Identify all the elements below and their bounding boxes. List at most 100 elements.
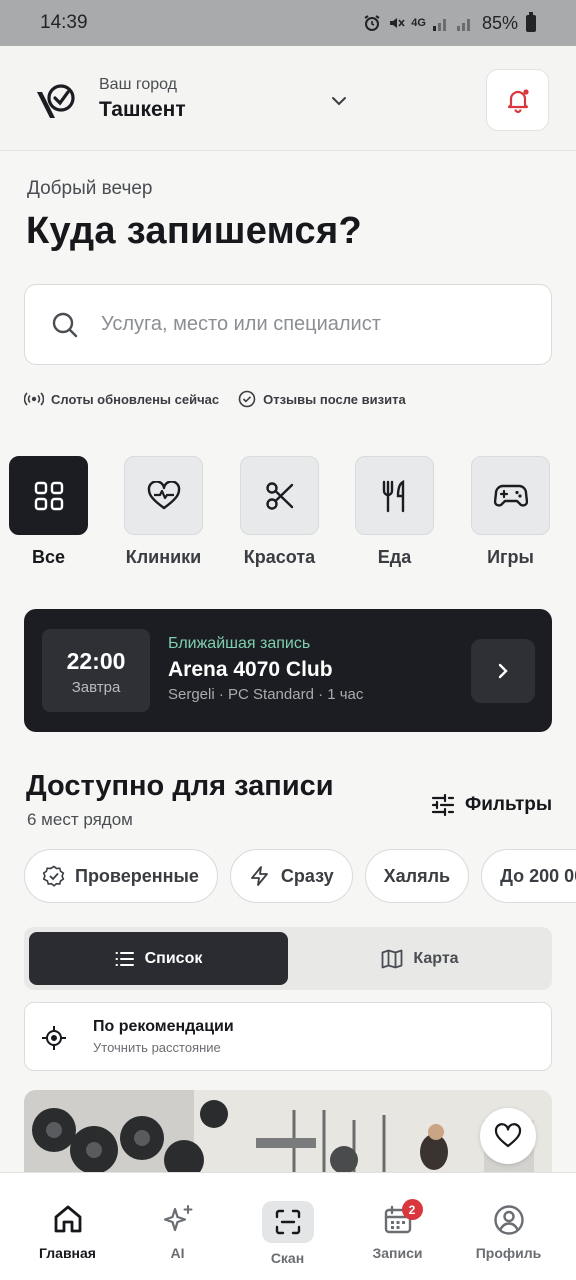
category-label: Игры	[487, 547, 534, 567]
nearest-booking-card[interactable]: 22:00 Завтра Ближайшая запись Arena 4070…	[24, 609, 552, 732]
chip-label: Проверенные	[75, 865, 199, 886]
booking-title: Arena 4070 Club	[168, 658, 333, 681]
filters-button[interactable]: Фильтры	[431, 794, 552, 816]
check-badge-icon	[43, 865, 65, 887]
category-beauty[interactable]: Красота	[240, 456, 319, 568]
city-label: Ваш город	[99, 76, 178, 93]
chip-halal[interactable]: Халяль	[364, 849, 470, 903]
search-input[interactable]: Услуга, место или специалист	[24, 284, 552, 365]
chip-label: Сразу	[280, 865, 334, 886]
bell-icon	[507, 89, 529, 114]
nav-ai[interactable]: AI	[120, 1173, 235, 1280]
category-clinics[interactable]: Клиники	[124, 456, 203, 568]
nav-icon-wrap	[52, 1203, 84, 1235]
category-all[interactable]: Все	[9, 456, 88, 568]
scissors-icon	[265, 481, 293, 510]
check-badge-icon	[238, 390, 256, 408]
category-tile[interactable]	[240, 456, 319, 535]
nav-icon-wrap	[261, 1201, 314, 1243]
status-bar: 14:39 4G 85%	[0, 0, 576, 46]
nav-label: Скан	[270, 1250, 305, 1266]
heart-icon	[494, 1123, 522, 1148]
section-title: Доступно для записи	[26, 770, 334, 802]
booking-day: Завтра	[71, 679, 121, 696]
signal-icon-2	[456, 19, 470, 31]
info-row: Слоты обновлены сейчас Отзывы после визи…	[24, 390, 425, 408]
nav-label: Главная	[39, 1245, 96, 1261]
category-row: Все Клиники Красота Еда Игры	[0, 456, 576, 576]
category-label: Все	[31, 547, 66, 567]
nav-home[interactable]: Главная	[10, 1173, 125, 1280]
battery-icon	[526, 11, 536, 32]
nav-label: Профиль	[475, 1245, 542, 1261]
status-right: 4G 85%	[363, 11, 536, 34]
chip-instant[interactable]: Сразу	[229, 849, 353, 903]
category-tile[interactable]	[355, 456, 434, 535]
nav-scan[interactable]: Скан	[230, 1173, 345, 1280]
chip-label: До 200 000	[500, 865, 576, 886]
category-games[interactable]: Игры	[471, 456, 550, 568]
app-logo	[37, 84, 75, 118]
booking-time: 22:00	[66, 648, 126, 674]
filter-chips: Проверенные Сразу Халяль До 200 000	[24, 849, 576, 903]
toggle-list-label: Список	[144, 949, 203, 967]
city-selector[interactable]: Ташкент	[99, 98, 186, 122]
filters-label: Фильтры	[465, 794, 553, 815]
nav-label: Записи	[372, 1245, 423, 1261]
category-label: Красота	[243, 547, 316, 567]
toggle-map[interactable]: Карта	[293, 932, 547, 985]
category-food[interactable]: Еда	[355, 456, 434, 568]
chip-verified[interactable]: Проверенные	[24, 849, 218, 903]
booking-kicker: Ближайшая запись	[168, 635, 311, 652]
alarm-icon	[364, 15, 380, 31]
bottom-navigation: Главная AI Скан 2 Записи Профиль	[0, 1172, 576, 1280]
profile-icon	[493, 1205, 524, 1235]
search-icon	[52, 312, 78, 337]
nav-profile[interactable]: Профиль	[451, 1173, 566, 1280]
booking-time-box: 22:00 Завтра	[42, 629, 150, 712]
chevron-down-icon[interactable]	[328, 90, 350, 112]
chip-price[interactable]: До 200 000	[481, 849, 576, 903]
home-icon	[54, 1205, 81, 1233]
category-tile[interactable]	[471, 456, 550, 535]
status-time: 14:39	[40, 12, 88, 33]
open-booking-button[interactable]	[471, 639, 535, 703]
nav-icon-wrap	[493, 1204, 525, 1236]
sort-selector[interactable]: По рекомендации Уточнить расстояние	[24, 1002, 552, 1071]
app-header: Ваш город Ташкент	[0, 46, 576, 151]
status-icons: 4G	[363, 14, 474, 32]
greeting-text: Добрый вечер	[27, 178, 153, 199]
scan-icon	[275, 1209, 300, 1235]
gamepad-icon	[493, 484, 528, 507]
chip-label: Халяль	[383, 865, 451, 886]
venue-photo[interactable]	[24, 1090, 552, 1180]
lightning-icon	[251, 866, 268, 886]
gym-photo	[24, 1090, 552, 1180]
info-label: Отзывы после визита	[263, 391, 406, 407]
info-label: Слоты обновлены сейчас	[51, 391, 220, 407]
broadcast-icon	[24, 392, 44, 406]
target-icon	[42, 1026, 66, 1050]
search-placeholder: Услуга, место или специалист	[101, 313, 381, 335]
page-title: Куда запишемся?	[26, 210, 362, 252]
fork-knife-icon	[382, 479, 404, 512]
sliders-icon	[431, 794, 455, 816]
category-tile[interactable]	[9, 456, 88, 535]
network-type: 4G	[411, 17, 426, 29]
heart-pulse-icon	[147, 480, 180, 509]
nav-bookings[interactable]: 2 Записи	[340, 1173, 455, 1280]
category-label: Еда	[377, 547, 412, 567]
battery-percent: 85%	[481, 12, 518, 33]
sort-subtitle[interactable]: Уточнить расстояние	[93, 1040, 221, 1055]
info-slots-updated: Слоты обновлены сейчас	[24, 392, 219, 407]
info-reviews: Отзывы после визита	[238, 390, 406, 408]
list-icon	[115, 951, 134, 966]
grid-icon	[34, 481, 63, 510]
toggle-list[interactable]: Список	[29, 932, 288, 985]
sparkles-icon	[163, 1205, 192, 1232]
category-label: Клиники	[125, 547, 202, 567]
notifications-button[interactable]	[486, 69, 549, 131]
booking-meta: Sergeli · PC Standard · 1 час	[168, 686, 364, 703]
favorite-button[interactable]	[480, 1108, 536, 1164]
category-tile[interactable]	[124, 456, 203, 535]
